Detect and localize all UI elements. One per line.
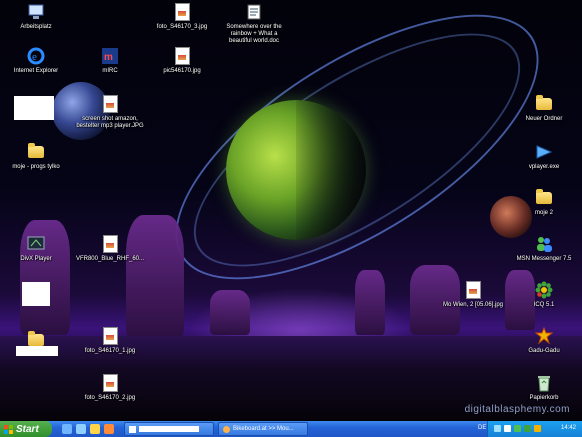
icon-label: Somewhere over the rainbow + What a beau… bbox=[226, 24, 282, 44]
folder-icon bbox=[28, 331, 44, 346]
quicklaunch-firefox-icon[interactable] bbox=[104, 424, 114, 434]
vplayer-icon bbox=[534, 142, 554, 162]
recycle-bin-icon bbox=[534, 373, 554, 393]
gadu-gadu-icon bbox=[534, 326, 554, 346]
icon-label: Gadu-Gadu bbox=[528, 348, 560, 354]
redacted-area bbox=[22, 282, 50, 306]
taskbar: Start Bikeboard.at >> Mou... DE 14:42 bbox=[0, 421, 582, 437]
icon-label: MSN Messenger 7.5 bbox=[516, 256, 572, 262]
planet-wallpaper bbox=[226, 100, 366, 240]
icon-label: ICQ 5.1 bbox=[533, 302, 555, 308]
icon-label: pic546170.jpg bbox=[163, 68, 201, 74]
my-computer-icon bbox=[26, 2, 46, 22]
watermark: digitalblasphemy.com bbox=[464, 404, 570, 415]
desktop-icon-mo-wien[interactable]: Mo Wien, 2 [05.06].jpg bbox=[436, 280, 510, 309]
taskbar-button-window[interactable] bbox=[124, 422, 214, 436]
desktop-icon-papierkorb[interactable]: Papierkorb bbox=[512, 373, 576, 402]
window-icon bbox=[129, 425, 136, 433]
tray-gadu-icon[interactable] bbox=[534, 425, 541, 432]
icon-label: screen shot amazon, bestelter mp3 player… bbox=[76, 116, 144, 129]
icon-label: moje - progs tylko bbox=[12, 164, 60, 170]
start-button[interactable]: Start bbox=[0, 421, 52, 437]
icon-label: Mo Wien, 2 [05.06].jpg bbox=[442, 302, 504, 308]
internet-explorer-icon: e bbox=[26, 46, 46, 66]
task-label: Bikeboard.at >> Mou... bbox=[233, 426, 294, 432]
browser-icon bbox=[223, 425, 230, 433]
icon-label: moje 2 bbox=[534, 210, 553, 216]
desktop-icon-screenshot-amazon[interactable]: screen shot amazon, bestelter mp3 player… bbox=[70, 94, 150, 130]
desktop-icon-vfr800[interactable]: VFR800_Blue_RHF_60... bbox=[72, 234, 148, 263]
svg-text:m: m bbox=[104, 52, 113, 63]
icon-label: mIRC bbox=[102, 68, 118, 74]
icon-label: foto_S46170_3.jpg bbox=[156, 24, 208, 30]
rock-wallpaper bbox=[355, 270, 385, 335]
icon-label: foto_S46170_1.jpg bbox=[84, 348, 136, 354]
folder-icon bbox=[536, 189, 552, 204]
desktop-icon-moje-progs[interactable]: moje - progs tylko bbox=[4, 142, 68, 171]
icq-icon bbox=[534, 280, 554, 300]
desktop-icon-somewhere-doc[interactable]: Somewhere over the rainbow + What a beau… bbox=[222, 2, 286, 45]
jpg-file-icon bbox=[102, 95, 118, 113]
msn-messenger-icon bbox=[534, 234, 554, 254]
folder-icon bbox=[536, 95, 552, 110]
jpg-file-icon bbox=[465, 281, 481, 299]
jpg-file-icon bbox=[102, 327, 118, 345]
icon-label: DivX Player bbox=[20, 256, 52, 262]
start-label: Start bbox=[16, 423, 39, 435]
system-tray: DE 14:42 bbox=[478, 421, 582, 437]
desktop-icon-vplayer[interactable]: vplayer.exe bbox=[512, 142, 576, 171]
desktop-icon-gadu-gadu[interactable]: Gadu-Gadu bbox=[512, 326, 576, 355]
desktop-icon-mirc[interactable]: m mIRC bbox=[78, 46, 142, 75]
tray-icq-icon[interactable] bbox=[524, 425, 531, 432]
tray-msn-icon[interactable] bbox=[514, 425, 521, 432]
desktop-icon-msn-messenger[interactable]: MSN Messenger 7.5 bbox=[512, 234, 576, 263]
rock-wallpaper bbox=[210, 290, 250, 335]
icon-label: Arbeitsplatz bbox=[20, 24, 52, 30]
desktop-icon-divx-player[interactable]: DivX Player bbox=[4, 234, 68, 263]
word-document-icon bbox=[244, 2, 264, 22]
windows-logo-icon bbox=[4, 424, 13, 434]
desktop-icon-folder[interactable] bbox=[4, 330, 68, 352]
desktop-icon-foto-3[interactable]: foto_S46170_3.jpg bbox=[150, 2, 214, 31]
jpg-file-icon bbox=[174, 47, 190, 65]
jpg-file-icon bbox=[174, 3, 190, 21]
divx-player-icon bbox=[26, 234, 46, 254]
icon-label: Internet Explorer bbox=[13, 68, 59, 74]
quicklaunch-media-icon[interactable] bbox=[90, 424, 100, 434]
desktop-icon-arbeitsplatz[interactable]: Arbeitsplatz bbox=[4, 2, 68, 31]
desktop-icon-moje-2[interactable]: moje 2 bbox=[512, 188, 576, 217]
quicklaunch-desktop-icon[interactable] bbox=[76, 424, 86, 434]
icon-label: foto_S46170_2.jpg bbox=[84, 395, 136, 401]
desktop-icon-pic[interactable]: pic546170.jpg bbox=[150, 46, 214, 75]
desktop-icon-icq[interactable]: ICQ 5.1 bbox=[512, 280, 576, 309]
icon-label: Neuer Ordner bbox=[525, 116, 563, 122]
redacted-area bbox=[14, 96, 54, 120]
folder-icon bbox=[28, 143, 44, 158]
quicklaunch-ie-icon[interactable] bbox=[62, 424, 72, 434]
desktop-icon-foto-2[interactable]: foto_S46170_2.jpg bbox=[78, 373, 142, 402]
mirc-icon: m bbox=[100, 46, 120, 66]
redacted-task-title bbox=[139, 426, 199, 432]
icon-label: Papierkorb bbox=[529, 395, 559, 401]
tray-network-icon[interactable] bbox=[494, 425, 501, 432]
desktop-icon-neuer-ordner[interactable]: Neuer Ordner bbox=[512, 94, 576, 123]
desktop[interactable]: digitalblasphemy.com Arbeitsplatz e Inte… bbox=[0, 0, 582, 421]
clock[interactable]: 14:42 bbox=[561, 425, 576, 431]
jpg-file-icon bbox=[102, 235, 118, 253]
desktop-icon-foto-1[interactable]: foto_S46170_1.jpg bbox=[78, 326, 142, 355]
language-indicator[interactable]: DE bbox=[478, 425, 486, 431]
svg-text:e: e bbox=[32, 51, 37, 63]
icon-label: VFR800_Blue_RHF_60... bbox=[75, 256, 145, 262]
jpg-file-icon bbox=[102, 374, 118, 392]
icon-label: vplayer.exe bbox=[528, 164, 560, 170]
taskbar-button-bikeboard[interactable]: Bikeboard.at >> Mou... bbox=[218, 422, 308, 436]
desktop-icon-internet-explorer[interactable]: e Internet Explorer bbox=[4, 46, 68, 75]
tray-volume-icon[interactable] bbox=[504, 425, 511, 432]
